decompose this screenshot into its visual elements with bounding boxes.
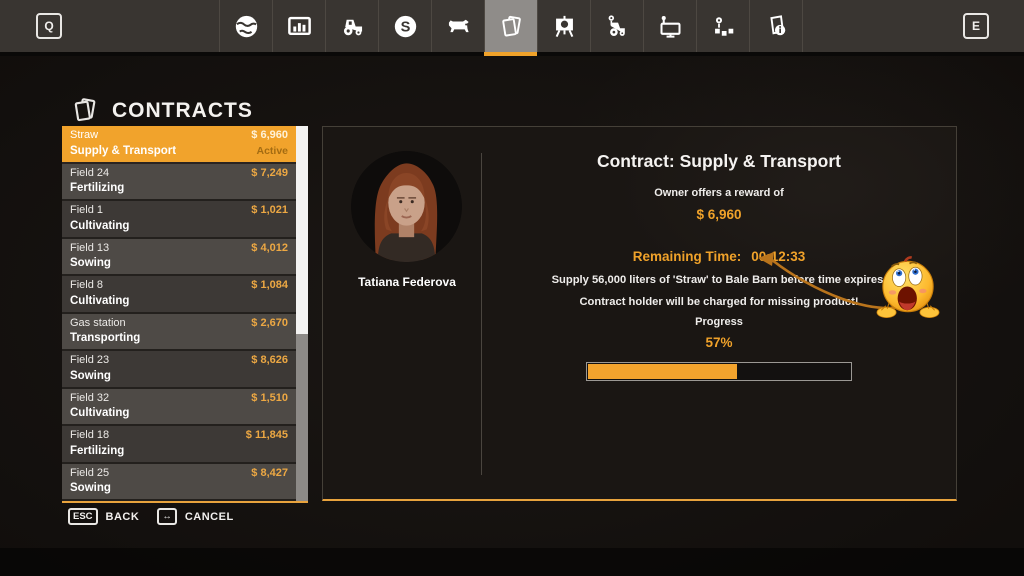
contract-reward: $ 1,021 bbox=[251, 204, 288, 217]
contract-name: Field 24 bbox=[70, 167, 109, 180]
contract-type: Fertilizing bbox=[70, 445, 124, 458]
contract-reward: $ 6,960 bbox=[251, 129, 288, 142]
contracts-screen: Q S E CONTRACTS Straw $ 6,960 Supply & Tra… bbox=[0, 0, 1024, 576]
easel-icon bbox=[551, 13, 578, 40]
cancel-label: CANCEL bbox=[185, 511, 234, 523]
remaining-time-label: Remaining Time: bbox=[633, 249, 742, 264]
contract-name: Field 32 bbox=[70, 392, 109, 405]
contract-list-item[interactable]: Field 1 $ 1,021 Cultivating bbox=[62, 201, 296, 239]
contract-list-item[interactable]: Field 13 $ 4,012 Sowing bbox=[62, 239, 296, 277]
back-button[interactable]: ESC BACK bbox=[68, 508, 139, 525]
list-bottom-accent bbox=[62, 501, 308, 503]
contract-type: Sowing bbox=[70, 370, 111, 383]
contract-type: Sowing bbox=[70, 257, 111, 270]
tab-shop[interactable] bbox=[643, 0, 696, 52]
contract-name: Field 18 bbox=[70, 429, 109, 442]
stats-icon bbox=[286, 13, 313, 40]
contract-list-item[interactable]: Gas station $ 2,670 Transporting bbox=[62, 314, 296, 352]
contracts-title-icon bbox=[70, 95, 100, 125]
prev-tab-key-hint[interactable]: Q bbox=[36, 13, 62, 39]
tab-contracts[interactable] bbox=[484, 0, 537, 52]
contract-list-item[interactable]: Field 25 $ 8,427 Sowing bbox=[62, 464, 296, 502]
progress-bar bbox=[586, 362, 852, 381]
contract-name: Straw bbox=[70, 129, 98, 142]
contract-type: Fertilizing bbox=[70, 182, 124, 195]
list-scrollbar[interactable] bbox=[296, 126, 308, 501]
top-toolbar: Q S E bbox=[0, 0, 1024, 56]
contract-reward: $ 8,427 bbox=[251, 467, 288, 480]
tab-logistics[interactable] bbox=[696, 0, 749, 52]
contracts-icon bbox=[498, 13, 525, 40]
contract-status: Active bbox=[256, 145, 288, 158]
tab-animals[interactable] bbox=[431, 0, 484, 52]
contract-type: Transporting bbox=[70, 332, 140, 345]
contract-reward: $ 4,012 bbox=[251, 242, 288, 255]
contract-name: Field 25 bbox=[70, 467, 109, 480]
tab-finances[interactable]: S bbox=[378, 0, 431, 52]
cancel-key-icon: ↔ bbox=[157, 508, 177, 525]
contract-reward: $ 8,626 bbox=[251, 354, 288, 367]
contract-type: Supply & Transport bbox=[70, 145, 176, 158]
contract-reward: $ 1,084 bbox=[251, 279, 288, 292]
tab-info[interactable] bbox=[749, 0, 802, 52]
contract-name: Field 23 bbox=[70, 354, 109, 367]
contract-list-item[interactable]: Field 32 $ 1,510 Cultivating bbox=[62, 389, 296, 427]
tab-map[interactable] bbox=[219, 0, 272, 52]
contract-name: Field 13 bbox=[70, 242, 109, 255]
contract-list-item[interactable]: Field 23 $ 8,626 Sowing bbox=[62, 351, 296, 389]
tractor-pin-icon bbox=[604, 13, 631, 40]
esc-key-icon: ESC bbox=[68, 508, 98, 525]
contract-type: Cultivating bbox=[70, 220, 129, 233]
footer-actions: ESC BACK ↔ CANCEL bbox=[68, 508, 234, 525]
contract-list: Straw $ 6,960 Supply & Transport Active Fiel… bbox=[62, 126, 296, 501]
contract-list-item[interactable]: Field 24 $ 7,249 Fertilizing bbox=[62, 164, 296, 202]
contract-list-item[interactable]: Field 18 $ 11,845 Fertilizing bbox=[62, 426, 296, 464]
contract-name: Field 1 bbox=[70, 204, 103, 217]
contract-list-item[interactable]: Straw $ 6,960 Supply & Transport Active bbox=[62, 126, 296, 164]
monitor-icon bbox=[657, 13, 684, 40]
next-tab-key-hint[interactable]: E bbox=[963, 13, 989, 39]
owner-portrait bbox=[349, 149, 464, 264]
toolbar-tabs: S bbox=[219, 0, 803, 52]
contract-reward: $ 2,670 bbox=[251, 317, 288, 330]
page-title: CONTRACTS bbox=[112, 99, 253, 123]
coin-icon: S bbox=[392, 13, 419, 40]
tab-vehicles[interactable] bbox=[325, 0, 378, 52]
shocked-emoji-icon bbox=[871, 249, 945, 327]
owner-name: Tatiana Federova bbox=[323, 275, 491, 289]
cancel-button[interactable]: ↔ CANCEL bbox=[157, 508, 233, 525]
contract-title: Contract: Supply & Transport bbox=[489, 151, 949, 172]
reward-label: Owner offers a reward of bbox=[489, 187, 949, 199]
contract-detail-panel: Tatiana Federova Contract: Supply & Tran… bbox=[322, 126, 957, 501]
tab-helpers[interactable] bbox=[590, 0, 643, 52]
contract-type: Sowing bbox=[70, 482, 111, 495]
sheet-info-icon bbox=[763, 13, 790, 40]
contract-list-item[interactable]: Field 8 $ 1,084 Cultivating bbox=[62, 276, 296, 314]
bottom-vignette bbox=[0, 548, 1024, 576]
reward-value: $ 6,960 bbox=[489, 207, 949, 222]
tab-production[interactable] bbox=[537, 0, 590, 52]
contract-type: Cultivating bbox=[70, 407, 129, 420]
contract-reward: $ 1,510 bbox=[251, 392, 288, 405]
contract-name: Field 8 bbox=[70, 279, 103, 292]
contract-reward: $ 11,845 bbox=[246, 429, 288, 442]
back-label: BACK bbox=[106, 511, 140, 523]
tractor-icon bbox=[339, 13, 366, 40]
tab-statistics[interactable] bbox=[272, 0, 325, 52]
globe-icon bbox=[233, 13, 260, 40]
nodes-icon bbox=[710, 13, 737, 40]
progress-percent: 57% bbox=[489, 335, 949, 350]
contract-type: Cultivating bbox=[70, 295, 129, 308]
cow-icon bbox=[445, 13, 472, 40]
svg-text:S: S bbox=[400, 19, 410, 35]
panel-divider bbox=[481, 153, 482, 475]
progress-fill bbox=[588, 364, 737, 379]
list-scrollbar-thumb[interactable] bbox=[296, 126, 308, 334]
contract-reward: $ 7,249 bbox=[251, 167, 288, 180]
contract-name: Gas station bbox=[70, 317, 126, 330]
